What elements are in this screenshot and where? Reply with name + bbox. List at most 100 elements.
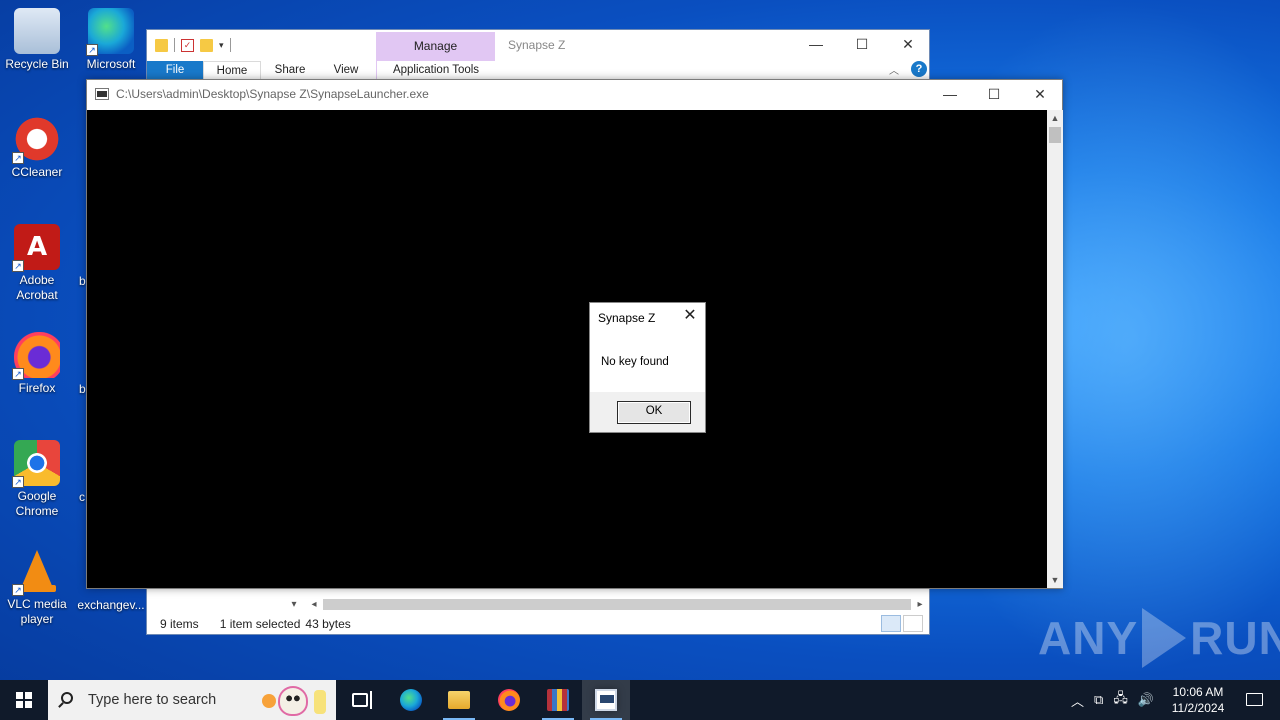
close-button[interactable]: ✕ <box>885 30 931 59</box>
folder-icon <box>448 691 470 709</box>
clock[interactable]: 10:06 AM 11/2/2024 <box>1168 684 1228 716</box>
desktop-icon-vlc[interactable]: ↗ VLC media player <box>1 548 73 627</box>
search-placeholder: Type here to search <box>88 692 217 708</box>
windows-logo-icon <box>16 692 32 708</box>
taskbar-file-explorer[interactable] <box>435 680 483 720</box>
new-folder-icon[interactable] <box>200 38 213 52</box>
explorer-titlebar[interactable]: ✓ ▾ Manage Synapse Z — ☐ ✕ <box>147 30 929 61</box>
console-window[interactable]: C:\Users\admin\Desktop\Synapse Z\Synapse… <box>86 79 1063 589</box>
scroll-right-button[interactable]: ▸ <box>913 596 927 613</box>
chrome-icon: ↗ <box>12 440 60 488</box>
scroll-up-button[interactable]: ▲ <box>1047 110 1063 126</box>
firefox-icon <box>498 689 520 711</box>
ccleaner-icon: ↗ <box>12 116 60 164</box>
desktop-icon-firefox[interactable]: ↗ Firefox <box>1 332 73 396</box>
taskbar-firefox[interactable] <box>485 680 533 720</box>
desktop-icon-exchange[interactable]: exchangev... <box>75 598 147 613</box>
device-icon[interactable]: ⧉ <box>1094 692 1103 708</box>
tab-home[interactable]: Home <box>203 61 261 79</box>
show-hidden-icons-icon[interactable]: ︿ <box>1071 691 1084 710</box>
desktop-icon-label: Google Chrome <box>15 489 59 518</box>
watermark-text-left: ANY <box>1038 612 1139 664</box>
vertical-scrollbar[interactable]: ▲ ▼ <box>1047 110 1063 588</box>
tab-application-tools[interactable]: Application Tools <box>376 61 495 79</box>
clock-time: 10:06 AM <box>1172 685 1224 699</box>
horizontal-scrollbar[interactable] <box>323 599 911 610</box>
maximize-button[interactable]: ☐ <box>839 30 885 59</box>
start-button[interactable] <box>0 680 48 720</box>
recycle-bin-icon <box>14 8 60 54</box>
desktop-icon-partial-label: c <box>79 490 85 504</box>
customize-toolbar-chevron-icon[interactable]: ▾ <box>219 40 224 51</box>
collapse-ribbon-icon[interactable]: ︿ <box>889 62 899 77</box>
desktop-icon-acrobat[interactable]: ↗ Adobe Acrobat <box>1 224 73 303</box>
quick-access-toolbar: ✓ ▾ <box>155 38 231 52</box>
shortcut-arrow-icon: ↗ <box>12 476 24 488</box>
maximize-button[interactable]: ☐ <box>971 80 1017 109</box>
console-app-icon[interactable] <box>95 88 109 100</box>
divider <box>174 38 175 52</box>
flower-icon <box>262 694 276 708</box>
tab-share[interactable]: Share <box>263 61 317 79</box>
minimize-button[interactable]: — <box>793 30 839 59</box>
minimize-button[interactable]: — <box>927 80 973 109</box>
edge-icon <box>400 689 422 711</box>
close-icon[interactable]: ✕ <box>681 307 699 325</box>
taskbar-edge[interactable] <box>387 680 435 720</box>
status-item-count: 9 items <box>160 617 199 631</box>
console-titlebar[interactable]: C:\Users\admin\Desktop\Synapse Z\Synapse… <box>87 80 1062 110</box>
divider <box>229 38 231 52</box>
message-dialog[interactable]: Synapse Z ✕ No key found OK <box>589 302 706 433</box>
task-view-button[interactable] <box>336 680 384 720</box>
scrollbar-thumb[interactable] <box>1049 127 1061 143</box>
properties-icon[interactable]: ✓ <box>181 38 194 52</box>
taskbar-winrar[interactable] <box>534 680 582 720</box>
notification-icon[interactable] <box>1242 680 1268 720</box>
ok-button[interactable]: OK <box>617 401 691 424</box>
tab-manage[interactable]: Manage <box>376 32 495 61</box>
console-title: C:\Users\admin\Desktop\Synapse Z\Synapse… <box>116 87 429 101</box>
clock-date: 11/2/2024 <box>1171 701 1225 715</box>
tab-file[interactable]: File <box>147 61 203 79</box>
anyrun-watermark: ANY RUN <box>1038 608 1280 668</box>
desktop-icon-label: exchangev... <box>77 598 145 612</box>
ribbon-right-controls: ︿ ? <box>889 61 927 77</box>
system-tray: ︿ ⧉ 🖧 🔊 10:06 AM 11/2/2024 <box>1071 680 1280 720</box>
scroll-left-button[interactable]: ◂ <box>307 596 321 613</box>
details-view-icon[interactable] <box>881 615 901 632</box>
shortcut-arrow-icon: ↗ <box>12 260 24 272</box>
desktop-icon-ccleaner[interactable]: ↗ CCleaner <box>1 116 73 180</box>
tab-view[interactable]: View <box>319 61 373 79</box>
status-selection: 1 item selected <box>219 617 301 631</box>
desktop-icon-label: Recycle Bin <box>5 57 69 71</box>
large-icons-view-icon[interactable] <box>903 615 923 632</box>
view-switcher <box>881 615 923 632</box>
nav-pane-scroll-down-icon[interactable]: ▾ <box>287 596 301 613</box>
desktop-icon-label: CCleaner <box>11 165 63 179</box>
taskbar-console[interactable] <box>582 680 630 720</box>
close-button[interactable]: ✕ <box>1017 80 1063 109</box>
network-icon[interactable]: 🖧 <box>1113 689 1128 711</box>
console-icon <box>595 689 617 711</box>
desktop-icon-label: VLC media player <box>7 597 67 626</box>
desktop-icon-chrome[interactable]: ↗ Google Chrome <box>1 440 73 519</box>
edge-icon: ↗ <box>86 8 134 56</box>
desktop-icon-partial-label: b <box>79 382 86 396</box>
vlc-icon: ↗ <box>12 548 60 596</box>
scroll-down-button[interactable]: ▼ <box>1047 572 1063 588</box>
firefox-icon: ↗ <box>12 332 60 380</box>
winrar-icon <box>547 689 569 711</box>
desktop-icon-recycle-bin[interactable]: Recycle Bin <box>1 8 73 72</box>
help-icon[interactable]: ? <box>911 61 927 77</box>
folder-icon[interactable] <box>155 38 168 52</box>
desktop-icon-label: Microsoft Edge <box>86 57 136 71</box>
volume-icon[interactable]: 🔊 <box>1138 692 1154 708</box>
desktop-icon-label: Adobe Acrobat <box>16 273 58 302</box>
search-highlight-illustration-icon[interactable] <box>262 684 330 716</box>
console-output[interactable] <box>87 110 1047 588</box>
desktop-icon-edge[interactable]: ↗ Microsoft Edge <box>75 8 147 72</box>
dialog-title: Synapse Z <box>598 311 656 325</box>
task-view-icon <box>352 691 372 709</box>
search-icon <box>61 692 73 704</box>
search-box[interactable]: Type here to search <box>48 680 336 720</box>
